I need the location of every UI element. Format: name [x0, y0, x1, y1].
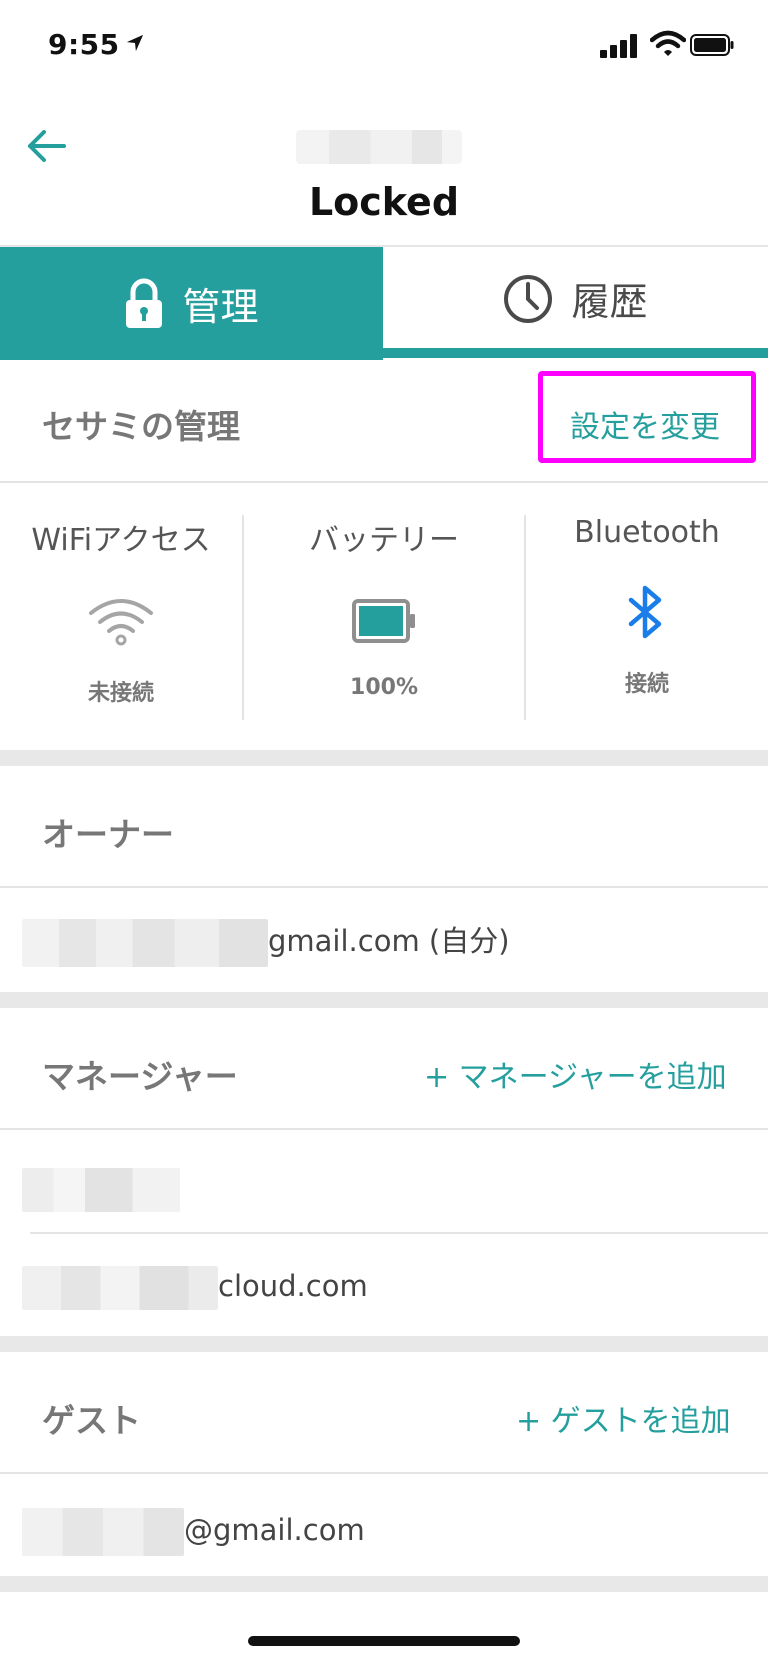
row-divider — [0, 1128, 768, 1130]
tab-underline — [383, 348, 768, 358]
guests-section-title: ゲスト — [42, 1401, 141, 1440]
back-arrow-icon[interactable] — [24, 124, 68, 168]
owner-email-suffix: gmail.com (自分) — [268, 924, 510, 958]
manage-section-title: セサミの管理 — [42, 407, 240, 446]
row-divider — [0, 886, 768, 888]
manager-item — [22, 1168, 180, 1212]
blurred-email-prefix — [22, 919, 268, 967]
blurred-manager-name — [22, 1168, 180, 1212]
manager-item: cloud.com — [22, 1266, 368, 1310]
tab-manage[interactable]: 管理 — [0, 247, 383, 360]
section-separator — [0, 1576, 768, 1592]
blurred-guest-email — [22, 1508, 184, 1556]
battery-label: バッテリー — [309, 523, 459, 558]
clock-icon — [504, 274, 553, 323]
status-time: 9:55 — [48, 28, 144, 61]
bluetooth-icon — [628, 585, 662, 639]
tab-history[interactable]: 履歴 — [383, 247, 768, 350]
device-name-blurred — [296, 130, 462, 164]
bluetooth-value: 接続 — [624, 672, 669, 697]
section-separator — [0, 1336, 768, 1352]
battery-status-icon — [690, 34, 734, 56]
home-indicator[interactable] — [248, 1636, 520, 1646]
add-guest-link[interactable]: + ゲストを追加 — [516, 1396, 731, 1440]
wifi-icon — [89, 599, 153, 646]
battery-value: 100% — [350, 675, 418, 700]
section-divider — [0, 481, 768, 483]
battery-status-column: バッテリー 100% — [244, 515, 524, 700]
manager-suffix: cloud.com — [218, 1269, 368, 1303]
guest-suffix: @gmail.com — [184, 1513, 365, 1547]
row-divider — [30, 1232, 768, 1234]
highlight-box — [538, 371, 756, 463]
bluetooth-status-column: Bluetooth 接続 — [526, 515, 768, 698]
blurred-manager-email — [22, 1266, 218, 1310]
guest-item: @gmail.com — [22, 1508, 365, 1556]
owner-section-title: オーナー — [42, 815, 174, 854]
section-separator — [0, 750, 768, 766]
tab-bar: 管理 履歴 — [0, 245, 768, 360]
wifi-label: WiFiアクセス — [31, 523, 211, 558]
section-separator — [0, 992, 768, 1008]
lock-icon — [126, 278, 163, 328]
wifi-status-icon — [650, 30, 686, 56]
tab-manage-label: 管理 — [182, 285, 259, 329]
wifi-value: 未接続 — [87, 681, 154, 706]
managers-section-title: マネージャー — [42, 1057, 238, 1096]
bluetooth-label: Bluetooth — [574, 515, 720, 550]
add-manager-link[interactable]: + マネージャーを追加 — [424, 1052, 727, 1096]
row-divider — [0, 1472, 768, 1474]
battery-icon — [352, 599, 415, 643]
page-title: Locked — [308, 180, 460, 224]
tab-history-label: 履歴 — [571, 280, 648, 324]
location-arrow-icon — [126, 34, 143, 52]
cellular-signal-icon — [600, 34, 640, 58]
wifi-status-column: WiFiアクセス 未接続 — [0, 515, 242, 707]
owner-email: gmail.com (自分) — [22, 918, 510, 967]
